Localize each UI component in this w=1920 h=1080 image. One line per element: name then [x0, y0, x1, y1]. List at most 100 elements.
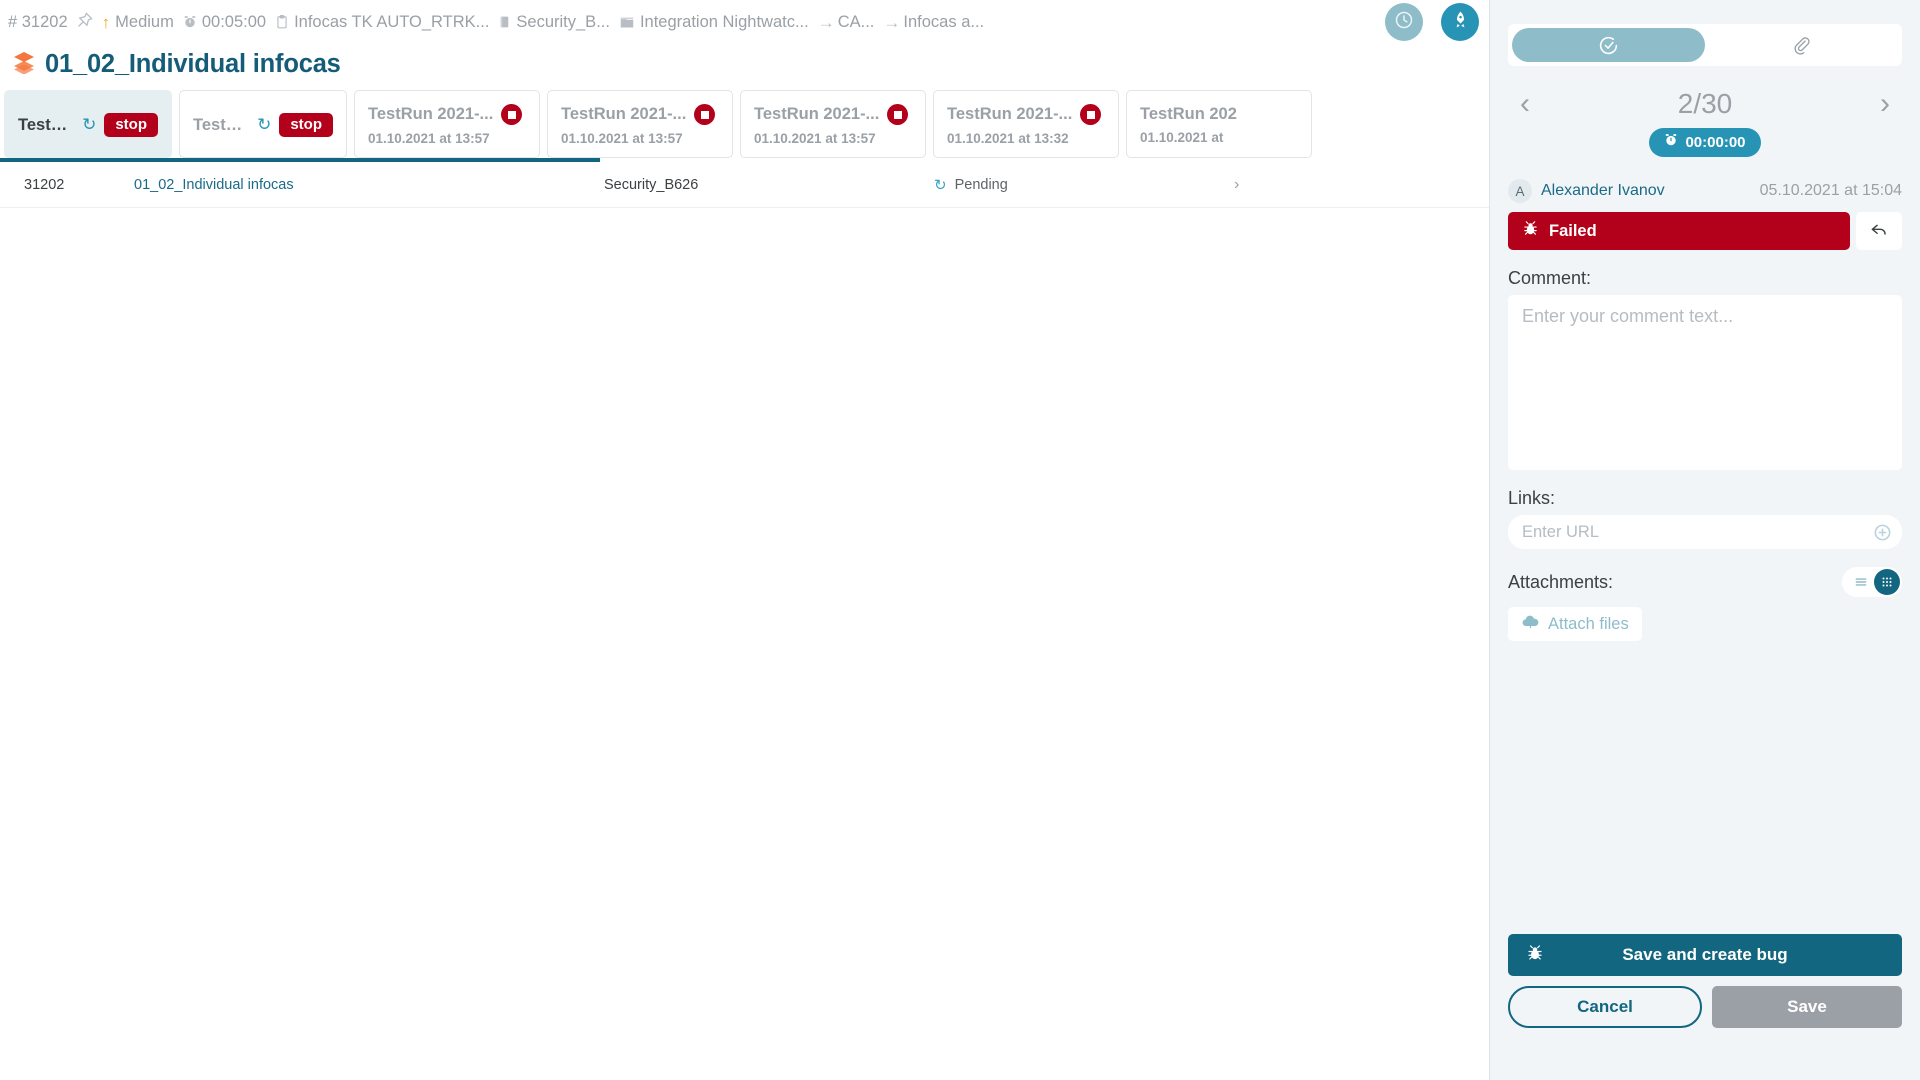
- undo-icon: [1870, 219, 1889, 244]
- testrun-stop-button-0[interactable]: stop: [104, 113, 158, 137]
- row-suite: Security_B626: [604, 176, 699, 193]
- stop-square-icon-2[interactable]: [501, 104, 523, 125]
- stop-square-icon-4[interactable]: [887, 104, 909, 125]
- timer-container: 00:00:00: [1508, 128, 1902, 157]
- suite-label: Security_B...: [516, 12, 610, 31]
- undo-status-button[interactable]: [1856, 212, 1902, 250]
- testrun-tab-0-top: TestRu... ↻ stop: [18, 113, 158, 137]
- path-1-label: CA...: [837, 12, 875, 31]
- row-name[interactable]: 01_02_Individual infocas: [134, 177, 604, 193]
- testrun-tab-5-date: 01.10.2021 at 13:32: [947, 131, 1069, 146]
- testrun-tab-4-top: TestRun 2021-...: [754, 104, 912, 125]
- status-failed-button[interactable]: Failed: [1508, 212, 1850, 250]
- page-title: 01_02_Individual infocas: [0, 44, 1489, 82]
- attach-files-button[interactable]: Attach files: [1508, 607, 1642, 641]
- testrun-tab-5-top: TestRun 2021-...: [947, 104, 1105, 125]
- row-expand-chevron[interactable]: ›: [1234, 176, 1239, 194]
- book-icon: [498, 14, 511, 30]
- list-view-icon[interactable]: [1852, 575, 1870, 589]
- run-button[interactable]: [1441, 3, 1479, 41]
- bug-icon: [1522, 220, 1539, 242]
- arrow-up-icon: ↑: [101, 12, 111, 32]
- breadcrumb: # 31202 ↑ Medium 00:05:00 Infocas TK AUT…: [0, 0, 1489, 44]
- testrun-tab-5-name: TestRun 2021-...: [947, 105, 1073, 123]
- status-row: Failed: [1508, 212, 1902, 250]
- testrun-tab-6-top: TestRun 202: [1140, 105, 1298, 124]
- main-content: # 31202 ↑ Medium 00:05:00 Infocas TK AUT…: [0, 0, 1489, 1080]
- cancel-button[interactable]: Cancel: [1508, 986, 1702, 1028]
- testrun-tab-0-name: TestRu...: [18, 115, 74, 134]
- url-input-placeholder: Enter URL: [1522, 522, 1600, 541]
- spinner-icon-1: ↻: [257, 115, 272, 134]
- author-name[interactable]: Alexander Ivanov: [1541, 182, 1665, 200]
- author-date: 05.10.2021 at 15:04: [1759, 182, 1902, 199]
- detail-panel: ‹ 2/30 › 00:00:00 A Alexander Ivanov 05.…: [1489, 0, 1920, 1080]
- testrun-tab-5[interactable]: TestRun 2021-... 01.10.2021 at 13:32: [933, 90, 1119, 158]
- testrun-tab-0[interactable]: TestRu... ↻ stop: [4, 90, 172, 158]
- testrun-stop-button-1[interactable]: stop: [279, 113, 333, 137]
- clock-icon: [1394, 10, 1414, 35]
- layers-icon: [12, 50, 36, 79]
- save-button[interactable]: Save: [1712, 986, 1902, 1028]
- testrun-tab-2-name: TestRun 2021-...: [368, 105, 494, 123]
- clipboard-icon: [275, 14, 289, 30]
- stop-square-icon-3[interactable]: [694, 104, 716, 125]
- testrun-tab-1-top: TestRu... ↻ stop: [193, 113, 333, 137]
- comment-input[interactable]: Enter your comment text...: [1508, 295, 1902, 470]
- tab-attachments[interactable]: [1705, 28, 1898, 62]
- spinner-icon: ↻: [82, 115, 97, 134]
- testrun-tab-3[interactable]: TestRun 2021-... 01.10.2021 at 13:57: [547, 90, 733, 158]
- pager-next-button[interactable]: ›: [1874, 89, 1896, 119]
- url-input-wrapper[interactable]: Enter URL: [1508, 515, 1902, 549]
- testrun-tab-1-name: TestRu...: [193, 115, 249, 134]
- status-failed-label: Failed: [1549, 221, 1597, 240]
- page-title-text: 01_02_Individual infocas: [45, 49, 341, 78]
- footer-button-group: Cancel Save: [1508, 986, 1902, 1028]
- paperclip-icon: [1792, 36, 1811, 55]
- results-table: 31202 01_02_Individual infocas Security_…: [0, 162, 1489, 208]
- testrun-tab-6-date: 01.10.2021 at: [1140, 130, 1224, 145]
- grid-view-icon[interactable]: [1874, 569, 1900, 595]
- testrun-tab-3-top: TestRun 2021-...: [561, 104, 719, 125]
- path-segment-1[interactable]: → CA...: [818, 14, 875, 31]
- author-row: A Alexander Ivanov 05.10.2021 at 15:04: [1508, 179, 1902, 203]
- spinner-icon-row: ↻: [934, 176, 947, 194]
- pin-icon: [77, 12, 93, 33]
- testrun-tab-2-date: 01.10.2021 at 13:57: [368, 131, 490, 146]
- table-row[interactable]: 31202 01_02_Individual infocas Security_…: [0, 162, 1489, 208]
- project-label: Infocas TK AUTO_RTRK...: [294, 12, 490, 31]
- stop-square-icon-5[interactable]: [1080, 104, 1102, 125]
- plan-label: Integration Nightwatc...: [639, 12, 809, 31]
- testrun-tab-2[interactable]: TestRun 2021-... 01.10.2021 at 13:57: [354, 90, 540, 158]
- testrun-tab-2-top: TestRun 2021-...: [368, 104, 526, 125]
- timer-button[interactable]: 00:00:00: [1649, 128, 1761, 157]
- links-label: Links:: [1508, 488, 1556, 508]
- alarm-icon-timer: [1664, 133, 1678, 151]
- testrun-tab-4[interactable]: TestRun 2021-... 01.10.2021 at 13:57: [740, 90, 926, 158]
- priority-indicator: ↑ Medium: [102, 14, 174, 31]
- panel-tab-bar: [1508, 24, 1902, 66]
- history-button[interactable]: [1385, 3, 1423, 41]
- path-segment-2[interactable]: → Infocas a...: [883, 14, 984, 31]
- pager-prev-button[interactable]: ‹: [1514, 89, 1536, 119]
- timer-value: 00:00:00: [1685, 133, 1746, 151]
- testrun-tabs: TestRu... ↻ stop TestRu... ↻ stop TestRu…: [0, 82, 1489, 158]
- bug-icon-footer: [1526, 944, 1544, 967]
- attach-files-label: Attach files: [1548, 614, 1629, 633]
- plus-circle-icon[interactable]: [1873, 523, 1892, 542]
- arrow-right-icon: →: [817, 12, 835, 32]
- panel-footer: Save and create bug Cancel Save: [1508, 934, 1902, 1028]
- testrun-tab-6[interactable]: TestRun 202 01.10.2021 at: [1126, 90, 1312, 158]
- testrun-tab-3-name: TestRun 2021-...: [561, 105, 687, 123]
- duration-label: 00:05:00: [201, 12, 267, 31]
- save-and-create-bug-button[interactable]: Save and create bug: [1508, 934, 1902, 976]
- project-breadcrumb[interactable]: Infocas TK AUTO_RTRK...: [275, 14, 489, 31]
- row-id: 31202: [24, 176, 65, 193]
- status-badge: ↻ Pending: [934, 176, 1234, 194]
- rocket-icon: [1451, 10, 1470, 34]
- row-status-label: Pending: [954, 176, 1008, 193]
- suite-breadcrumb[interactable]: Security_B...: [498, 14, 610, 31]
- plan-breadcrumb[interactable]: Integration Nightwatc...: [619, 14, 809, 31]
- tab-result[interactable]: [1512, 28, 1705, 62]
- testrun-tab-1[interactable]: TestRu... ↻ stop: [179, 90, 347, 158]
